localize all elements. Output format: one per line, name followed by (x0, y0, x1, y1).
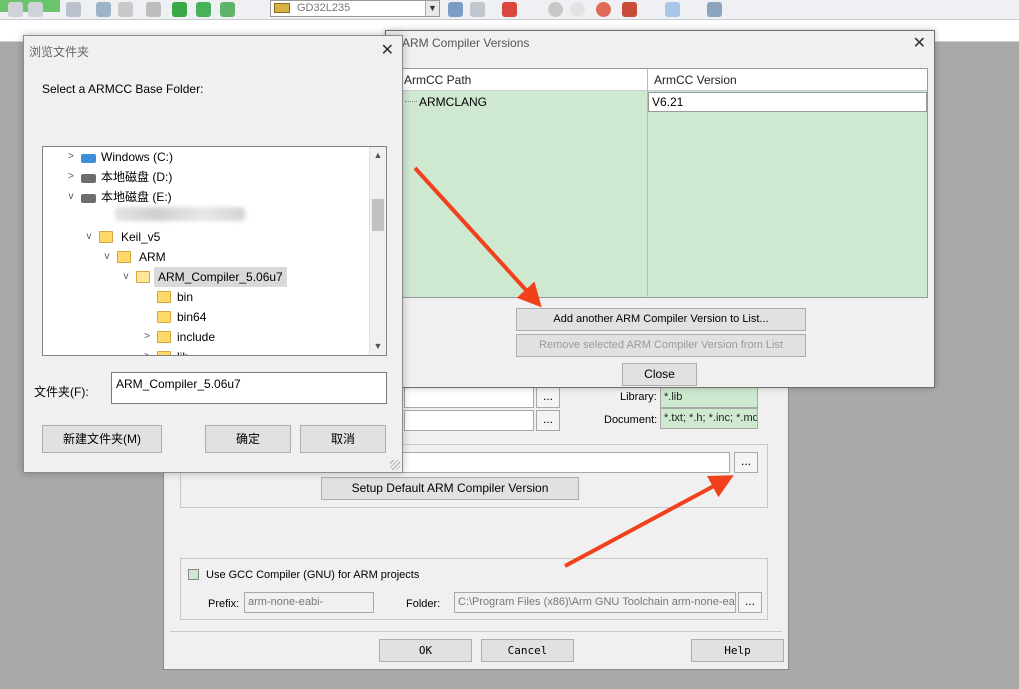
chevron-down-icon[interactable]: ▼ (370, 338, 386, 355)
folder-icon (117, 251, 131, 263)
path-field-1[interactable] (404, 387, 534, 408)
clear-icon[interactable] (622, 2, 637, 17)
target-options-icon[interactable] (448, 2, 463, 17)
chevron-down-icon[interactable]: v (101, 247, 113, 267)
back-icon[interactable] (8, 2, 23, 17)
breakpoint-icon[interactable] (548, 2, 563, 17)
add-compiler-version-button[interactable]: Add another ARM Compiler Version to List… (516, 308, 806, 331)
folder-icon (157, 311, 171, 323)
batch-build-icon[interactable] (146, 2, 161, 17)
document-field[interactable]: *.txt; *.h; *.inc; *.md (660, 408, 758, 429)
grid-cell-version[interactable]: V6.21 (648, 92, 927, 112)
folder-label: Folder: (406, 598, 441, 610)
chevron-right-icon[interactable]: > (65, 147, 77, 167)
dialog-title: 浏览文件夹 (29, 45, 90, 59)
browse-folder-dialog: 浏览文件夹 ✕ Select a ARMCC Base Folder: > Wi… (23, 35, 403, 473)
stop-icon[interactable] (596, 2, 611, 17)
ide-toolbar: GD32L235 ▼ (0, 0, 1019, 20)
folder-field-label: 文件夹(F): (34, 385, 89, 399)
zoom-icon[interactable] (502, 2, 517, 17)
resize-grip-icon[interactable] (390, 460, 400, 470)
remove-compiler-version-button[interactable]: Remove selected ARM Compiler Version fro… (516, 334, 806, 357)
confirm-button[interactable]: 确定 (205, 425, 291, 453)
windows-drive-icon (81, 154, 96, 163)
library-label: Library: (620, 391, 657, 403)
arm-compiler-versions-dialog: ARM Compiler Versions ✕ ArmCC Path ArmCC… (385, 30, 935, 388)
manage-icon[interactable] (470, 2, 485, 17)
use-gcc-label: Use GCC Compiler (GNU) for ARM projects (206, 569, 420, 581)
tree-line (405, 101, 417, 102)
folder-icon (157, 331, 171, 343)
indent-icon[interactable] (66, 2, 81, 17)
ok-button[interactable]: OK (379, 639, 472, 662)
build-icon[interactable] (96, 2, 111, 17)
dialog-title: ARM Compiler Versions (402, 36, 530, 50)
redacted-folder (115, 207, 245, 221)
folder-icon (157, 351, 171, 355)
library-field[interactable]: *.lib (660, 387, 758, 408)
step-icon[interactable] (570, 2, 585, 17)
column-header-version[interactable]: ArmCC Version (651, 69, 737, 91)
drive-icon (81, 194, 96, 203)
forward-icon[interactable] (28, 2, 43, 17)
document-label: Document: (604, 414, 658, 426)
folder-tree[interactable]: > Windows (C:) > 本地磁盘 (D:) v 本地磁盘 (E:) v… (42, 146, 387, 356)
chevron-up-icon[interactable]: ▲ (370, 147, 386, 164)
prefix-field[interactable]: arm-none-eabi- (244, 592, 374, 613)
drive-icon (81, 174, 96, 183)
window-icon[interactable] (665, 2, 680, 17)
folder-open-icon (136, 271, 150, 283)
chevron-down-icon[interactable]: ▼ (425, 1, 439, 16)
debug-icon[interactable] (196, 2, 211, 17)
new-folder-button[interactable]: 新建文件夹(M) (42, 425, 162, 453)
divider (170, 631, 782, 632)
compiler-versions-grid[interactable]: ArmCC Path ArmCC Version ARMCLANG V6.21 (400, 68, 928, 298)
chevron-down-icon[interactable]: v (120, 267, 132, 287)
setup-default-compiler-button[interactable]: Setup Default ARM Compiler Version (321, 477, 579, 500)
close-button[interactable]: Close (622, 363, 697, 386)
chevron-down-icon[interactable]: v (65, 187, 77, 207)
grid-cell-path[interactable]: ARMCLANG (419, 95, 487, 109)
folder-icon (99, 231, 113, 243)
default-compiler-browse-button[interactable]: ... (734, 452, 758, 473)
cancel-button[interactable]: Cancel (481, 639, 574, 662)
browse-button-1[interactable]: ... (536, 387, 560, 408)
target-icon (274, 3, 290, 13)
cancel-browse-button[interactable]: 取消 (300, 425, 386, 453)
browse-button-2[interactable]: ... (536, 410, 560, 431)
folder-icon (157, 291, 171, 303)
download-icon[interactable] (172, 2, 187, 17)
target-select[interactable]: GD32L235 ▼ (270, 0, 440, 17)
path-field-2[interactable] (404, 410, 534, 431)
rebuild-icon[interactable] (118, 2, 133, 17)
tools-icon[interactable] (707, 2, 722, 17)
tree-scrollbar[interactable]: ▲ ▼ (369, 147, 386, 355)
gcc-folder-browse-button[interactable]: ... (738, 592, 762, 613)
close-icon[interactable]: ✕ (381, 40, 394, 60)
scrollbar-thumb[interactable] (372, 199, 384, 231)
gcc-folder-field[interactable]: C:\Program Files (x86)\Arm GNU Toolchain… (454, 592, 736, 613)
chevron-right-icon[interactable]: > (141, 347, 153, 355)
use-gcc-checkbox[interactable] (188, 569, 199, 580)
chevron-right-icon[interactable]: > (141, 327, 153, 347)
options-icon[interactable] (220, 2, 235, 17)
chevron-down-icon[interactable]: v (83, 227, 95, 247)
chevron-right-icon[interactable]: > (65, 167, 77, 187)
browse-prompt: Select a ARMCC Base Folder: (42, 82, 204, 96)
column-header-path[interactable]: ArmCC Path (401, 69, 471, 91)
folder-input[interactable]: ARM_Compiler_5.06u7 (111, 372, 387, 404)
grid-header: ArmCC Path ArmCC Version (401, 69, 927, 91)
prefix-label: Prefix: (208, 598, 240, 610)
help-button[interactable]: Help (691, 639, 784, 662)
close-icon[interactable]: ✕ (913, 33, 926, 53)
